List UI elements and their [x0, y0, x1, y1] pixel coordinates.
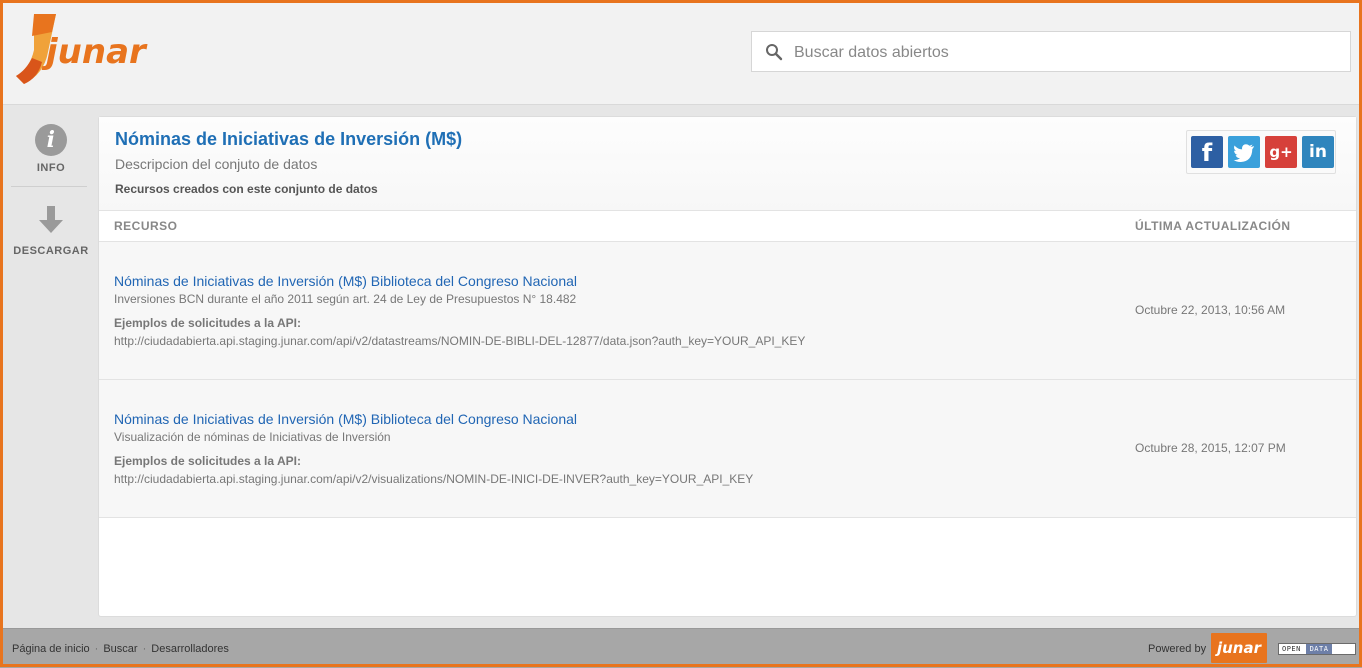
column-header-resource[interactable]: RECURSO [114, 219, 178, 233]
resource-subtitle: Inversiones BCN durante el año 2011 segú… [114, 292, 577, 306]
twitter-bird-icon [1233, 144, 1254, 163]
sidebar: i INFO DESCARGAR [3, 112, 95, 624]
footer-separator: · [142, 643, 147, 655]
footer-link-home[interactable]: Página de inicio [12, 643, 90, 655]
linkedin-icon[interactable]: in [1302, 136, 1334, 168]
facebook-icon[interactable]: f [1191, 136, 1223, 168]
api-examples-label: Ejemplos de solicitudes a la API: [114, 316, 301, 330]
dataset-title: Nóminas de Iniciativas de Inversión (M$) [115, 129, 463, 149]
resource-title-link[interactable]: Nóminas de Iniciativas de Inversión (M$)… [114, 273, 577, 289]
table-row: Nóminas de Iniciativas de Inversión (M$)… [99, 380, 1356, 518]
download-arrow-icon [39, 206, 63, 233]
resource-updated-date: Octubre 28, 2015, 12:07 PM [1135, 441, 1286, 455]
search-icon [766, 44, 783, 61]
api-example-url[interactable]: http://ciudadabierta.api.staging.junar.c… [114, 472, 753, 486]
powered-by-label: Powered by [1148, 643, 1207, 655]
logo-wordmark: junar [46, 32, 146, 72]
footer-links: Página de inicio · Buscar · Desarrolladores [12, 643, 229, 655]
sidebar-item-download[interactable]: DESCARGAR [11, 204, 91, 257]
api-examples-label: Ejemplos de solicitudes a la API: [114, 454, 301, 468]
footer-link-developers[interactable]: Desarrolladores [151, 643, 229, 655]
table-row: Nóminas de Iniciativas de Inversión (M$)… [99, 242, 1356, 380]
sidebar-item-label: INFO [36, 162, 66, 174]
info-icon: i [35, 124, 67, 156]
footer-junar-logo[interactable]: junar [1211, 633, 1267, 663]
resources-table-header: RECURSO ÚLTIMA ACTUALIZACIÓN [99, 211, 1356, 242]
open-data-badge[interactable]: OPEN DATA [1278, 643, 1356, 655]
share-buttons: f g+ in [1186, 130, 1336, 174]
sidebar-item-info[interactable]: i INFO [11, 124, 91, 174]
open-data-badge-data: DATA [1305, 644, 1333, 654]
sidebar-divider [11, 186, 87, 187]
junar-logo[interactable]: junar [12, 12, 152, 88]
resources-caption: Recursos creados con este conjunto de da… [115, 182, 378, 196]
resource-subtitle: Visualización de nóminas de Iniciativas … [114, 430, 391, 444]
dataset-card: Nóminas de Iniciativas de Inversión (M$)… [98, 116, 1357, 617]
dataset-header: Nóminas de Iniciativas de Inversión (M$)… [99, 117, 1356, 211]
twitter-icon[interactable] [1228, 136, 1260, 168]
column-header-updated[interactable]: ÚLTIMA ACTUALIZACIÓN [1135, 219, 1291, 233]
search-box[interactable] [751, 31, 1351, 73]
site-footer: Página de inicio · Buscar · Desarrolladores … [0, 628, 1362, 668]
open-data-badge-open: OPEN [1282, 645, 1301, 653]
resource-title-link[interactable]: Nóminas de Iniciativas de Inversión (M$)… [114, 411, 577, 427]
google-plus-icon[interactable]: g+ [1265, 136, 1297, 168]
dataset-description: Descripcion del conjuto de datos [115, 156, 318, 172]
footer-separator: · [94, 643, 99, 655]
api-example-url[interactable]: http://ciudadabierta.api.staging.junar.c… [114, 334, 805, 348]
site-header: junar [0, 0, 1362, 105]
sidebar-item-label: DESCARGAR [13, 245, 89, 257]
footer-link-search[interactable]: Buscar [103, 643, 137, 655]
resource-updated-date: Octubre 22, 2013, 10:56 AM [1135, 303, 1286, 317]
search-input[interactable] [792, 32, 1336, 73]
